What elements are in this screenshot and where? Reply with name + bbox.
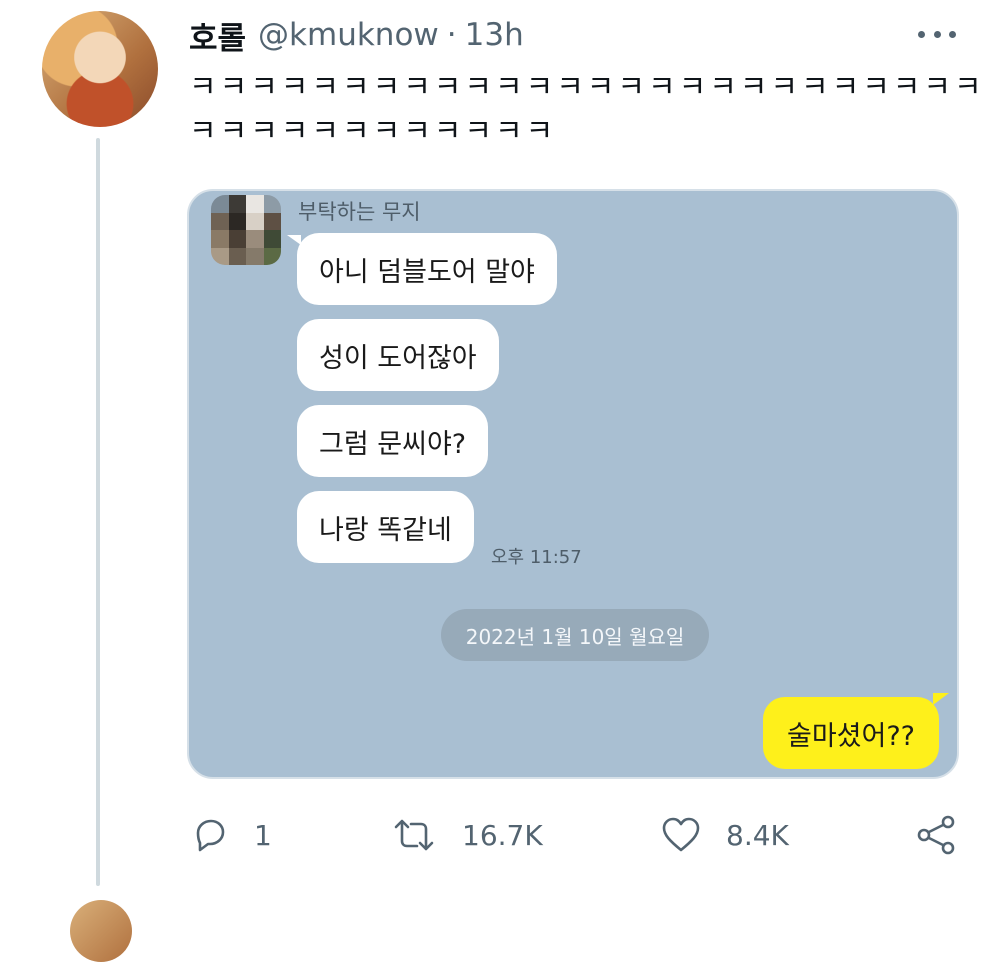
my-bubble-tail (933, 693, 949, 705)
like-count: 8.4K (726, 818, 789, 852)
reply-icon (196, 819, 225, 852)
retweet-count: 16.7K (462, 818, 543, 852)
sender-avatar-pixelated (211, 195, 281, 265)
retweet-icon (394, 819, 434, 851)
chat-sender-name: 부탁하는 무지 (298, 200, 421, 224)
chat-bubble-4: 나랑 똑같네 (297, 491, 474, 563)
thread-line (96, 138, 100, 886)
share-button[interactable] (914, 813, 958, 857)
attached-image-chat-screenshot[interactable]: 부탁하는 무지 아니 덤블도어 말야 성이 도어잖아 그럼 문씨야? 나랑 똑같… (187, 189, 959, 779)
tweet-header: 호롤 @kmuknow · 13h (189, 13, 524, 57)
next-tweet-avatar[interactable] (70, 900, 132, 962)
chat-date-divider: 2022년 1월 10일 월요일 (441, 609, 709, 661)
tweet-text: ㅋㅋㅋㅋㅋㅋㅋㅋㅋㅋㅋㅋㅋㅋㅋㅋㅋㅋㅋㅋㅋㅋㅋㅋㅋㅋ ㅋㅋㅋㅋㅋㅋㅋㅋㅋㅋㅋㅋ (189, 66, 985, 154)
tweet-time[interactable]: 13h (465, 17, 524, 53)
my-chat-bubble: 술마셨어?? (763, 697, 939, 769)
user-handle[interactable]: @kmuknow (258, 17, 439, 53)
tweet-text-line-2: ㅋㅋㅋㅋㅋㅋㅋㅋㅋㅋㅋㅋ (189, 114, 557, 149)
tweet-actions: 1 16.7K 8.4K (0, 805, 1000, 867)
like-icon (662, 817, 700, 852)
more-icon[interactable] (918, 16, 956, 52)
tweet-text-line-1: ㅋㅋㅋㅋㅋㅋㅋㅋㅋㅋㅋㅋㅋㅋㅋㅋㅋㅋㅋㅋㅋㅋㅋㅋㅋㅋ (189, 70, 985, 105)
reply-button[interactable]: 1 (190, 815, 272, 855)
retweet-button[interactable]: 16.7K (390, 815, 543, 855)
reply-count: 1 (254, 818, 272, 852)
chat-message-time: 오후 11:57 (491, 547, 582, 568)
separator-dot: · (446, 17, 457, 53)
author-avatar[interactable] (42, 11, 158, 127)
share-icon (917, 815, 955, 855)
chat-bubble-2: 성이 도어잖아 (297, 319, 499, 391)
chat-bubble-1: 아니 덤블도어 말야 (297, 233, 557, 305)
display-name[interactable]: 호롤 (189, 13, 246, 58)
chat-bubble-3: 그럼 문씨야? (297, 405, 489, 477)
like-button[interactable]: 8.4K (660, 815, 789, 855)
